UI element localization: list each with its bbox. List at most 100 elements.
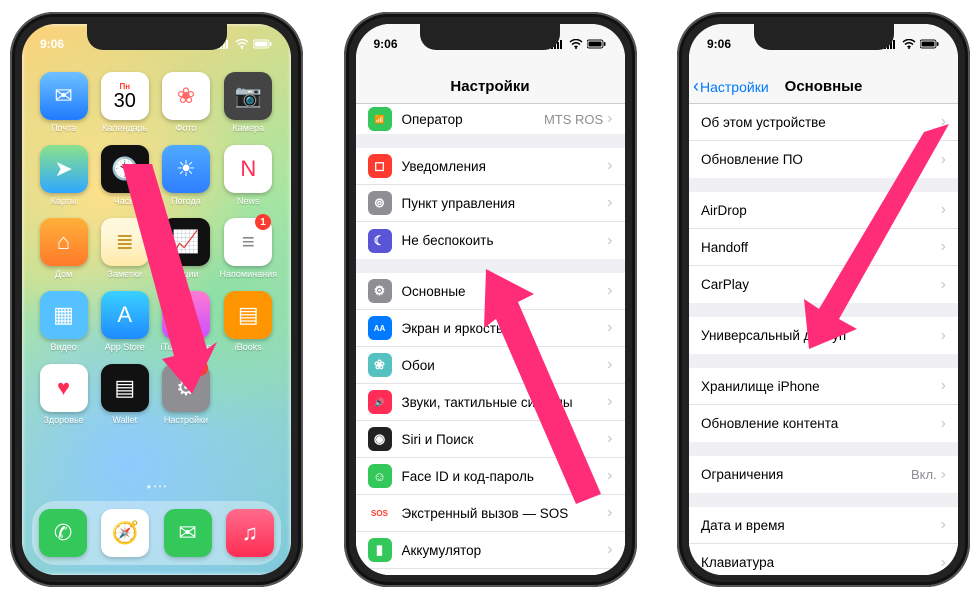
app-Календарь[interactable]: Пн30Календарь xyxy=(97,72,152,133)
settings-row[interactable]: CarPlay› xyxy=(689,266,958,303)
app-icon: 📈 xyxy=(162,218,210,266)
app-News[interactable]: NNews xyxy=(220,145,277,206)
chevron-right-icon: › xyxy=(607,282,612,300)
app-iTunes Store[interactable]: ★iTunes Store xyxy=(158,291,213,352)
phone-general: 9:06 ‹ Настройки Основные Об этом устрой… xyxy=(677,12,970,587)
row-label: Универсальный доступ xyxy=(701,328,941,343)
chevron-right-icon: › xyxy=(941,238,946,256)
app-Здоровье[interactable]: ♥Здоровье xyxy=(36,364,91,425)
settings-screen: 9:06 Настройки 📶ОператорMTS ROS›◻Уведомл… xyxy=(356,24,625,575)
app-Напоминания[interactable]: ≡Напоминания1 xyxy=(220,218,277,279)
settings-row[interactable]: Об этом устройстве› xyxy=(689,104,958,141)
row-icon: ◻ xyxy=(368,154,392,178)
app-Погода[interactable]: ☀Погода xyxy=(158,145,213,206)
status-time: 9:06 xyxy=(374,37,398,51)
row-label: Клавиатура xyxy=(701,555,941,570)
row-label: Обновление контента xyxy=(701,416,941,431)
row-label: Аккумулятор xyxy=(402,543,608,558)
settings-row[interactable]: Handoff› xyxy=(689,229,958,266)
settings-row[interactable]: AAЭкран и яркость› xyxy=(356,310,625,347)
settings-row[interactable]: 🔊Звуки, тактильные сигналы› xyxy=(356,384,625,421)
settings-row[interactable]: Обновление контента› xyxy=(689,405,958,442)
dock-messages[interactable]: ✉ xyxy=(164,509,212,557)
wifi-icon xyxy=(902,39,916,49)
settings-row[interactable]: Хранилище iPhone› xyxy=(689,368,958,405)
app-Карты[interactable]: ➤Карты xyxy=(36,145,91,206)
notch xyxy=(87,24,227,50)
home-screen: 9:06 ✉ПочтаПн30Календарь❀ Фото 📷Камера ➤Кар… xyxy=(22,24,291,575)
app-Настройки[interactable]: ⚙Настройки2 xyxy=(158,364,213,425)
settings-row[interactable]: 📶ОператорMTS ROS› xyxy=(356,104,625,134)
chevron-right-icon: › xyxy=(941,554,946,572)
app-Почта[interactable]: ✉Почта xyxy=(36,72,91,133)
chevron-right-icon: › xyxy=(941,276,946,294)
app-label: Wallet xyxy=(97,415,152,425)
app-Фото[interactable]: ❀ Фото xyxy=(158,72,213,133)
settings-row[interactable]: ☾Не беспокоить› xyxy=(356,222,625,259)
row-label: Дата и время xyxy=(701,518,941,533)
settings-row[interactable]: ❀ Обои› xyxy=(356,347,625,384)
wifi-icon xyxy=(235,39,249,49)
notch xyxy=(420,24,560,50)
settings-row[interactable]: ◉Siri и Поиск› xyxy=(356,421,625,458)
app-Часы[interactable]: 🕙Часы xyxy=(97,145,152,206)
dock-phone[interactable]: ✆ xyxy=(39,509,87,557)
row-label: Оператор xyxy=(402,112,544,127)
row-label: CarPlay xyxy=(701,277,941,292)
settings-row[interactable]: ✋Конфиденциальность› xyxy=(356,569,625,575)
settings-row[interactable]: Универсальный доступ› xyxy=(689,317,958,354)
status-indicators xyxy=(884,39,940,49)
app-icon: 🕙 xyxy=(101,145,149,193)
chevron-right-icon: › xyxy=(607,393,612,411)
row-label: Об этом устройстве xyxy=(701,115,941,130)
dock-safari[interactable]: 🧭 xyxy=(101,509,149,557)
settings-row[interactable]: Обновление ПО› xyxy=(689,141,958,178)
settings-list[interactable]: 📶ОператорMTS ROS› ◻Уведомления›⊚Пункт упр… xyxy=(356,104,625,575)
settings-row[interactable]: Клавиатура› xyxy=(689,544,958,575)
app-Акции[interactable]: 📈Акции xyxy=(158,218,213,279)
app-icon: ≣ xyxy=(101,218,149,266)
settings-row[interactable]: SOSЭкстренный вызов — SOS› xyxy=(356,495,625,532)
chevron-right-icon: › xyxy=(607,430,612,448)
row-label: Siri и Поиск xyxy=(402,432,608,447)
settings-row[interactable]: ◻Уведомления› xyxy=(356,148,625,185)
app-label: Фото xyxy=(158,123,213,133)
dock-music[interactable]: ♫ xyxy=(226,509,274,557)
page-dots[interactable]: ● • • • xyxy=(22,482,291,491)
phone-settings: 9:06 Настройки 📶ОператорMTS ROS›◻Уведомл… xyxy=(344,12,637,587)
app-Видео[interactable]: ▦Видео xyxy=(36,291,91,352)
app-App Store[interactable]: AApp Store xyxy=(97,291,152,352)
row-icon: 🔊 xyxy=(368,390,392,414)
app-icon: ❀ xyxy=(162,72,210,120)
settings-row[interactable]: ▮Аккумулятор› xyxy=(356,532,625,569)
settings-row[interactable]: Дата и время› xyxy=(689,507,958,544)
row-value: MTS ROS xyxy=(544,112,603,127)
wifi-icon xyxy=(569,39,583,49)
battery-icon xyxy=(587,39,607,49)
status-time: 9:06 xyxy=(40,37,64,51)
app-Заметки[interactable]: ≣Заметки xyxy=(97,218,152,279)
general-list[interactable]: Об этом устройстве›Обновление ПО›AirDrop… xyxy=(689,104,958,575)
app-Дом[interactable]: ⌂Дом xyxy=(36,218,91,279)
app-icon: ♥ xyxy=(40,364,88,412)
row-label: Обновление ПО xyxy=(701,152,941,167)
settings-row[interactable]: ☺Face ID и код-пароль› xyxy=(356,458,625,495)
settings-row[interactable]: ⚙Основные› xyxy=(356,273,625,310)
app-label: Погода xyxy=(158,196,213,206)
row-icon: ⚙ xyxy=(368,279,392,303)
app-Wallet[interactable]: ▤Wallet xyxy=(97,364,152,425)
settings-row[interactable]: ОграниченияВкл.› xyxy=(689,456,958,493)
back-button[interactable]: ‹ Настройки xyxy=(693,76,769,97)
row-label: Обои xyxy=(402,358,608,373)
row-icon: ❀ xyxy=(368,353,392,377)
app-iBooks[interactable]: ▤iBooks xyxy=(220,291,277,352)
chevron-right-icon: › xyxy=(941,516,946,534)
settings-row[interactable]: AirDrop› xyxy=(689,192,958,229)
app-label: App Store xyxy=(97,342,152,352)
settings-row[interactable]: ⊚Пункт управления› xyxy=(356,185,625,222)
app-icon: ★ xyxy=(162,291,210,339)
chevron-right-icon: › xyxy=(607,356,612,374)
row-icon: AA xyxy=(368,316,392,340)
app-Камера[interactable]: 📷Камера xyxy=(220,72,277,133)
chevron-right-icon: › xyxy=(607,157,612,175)
